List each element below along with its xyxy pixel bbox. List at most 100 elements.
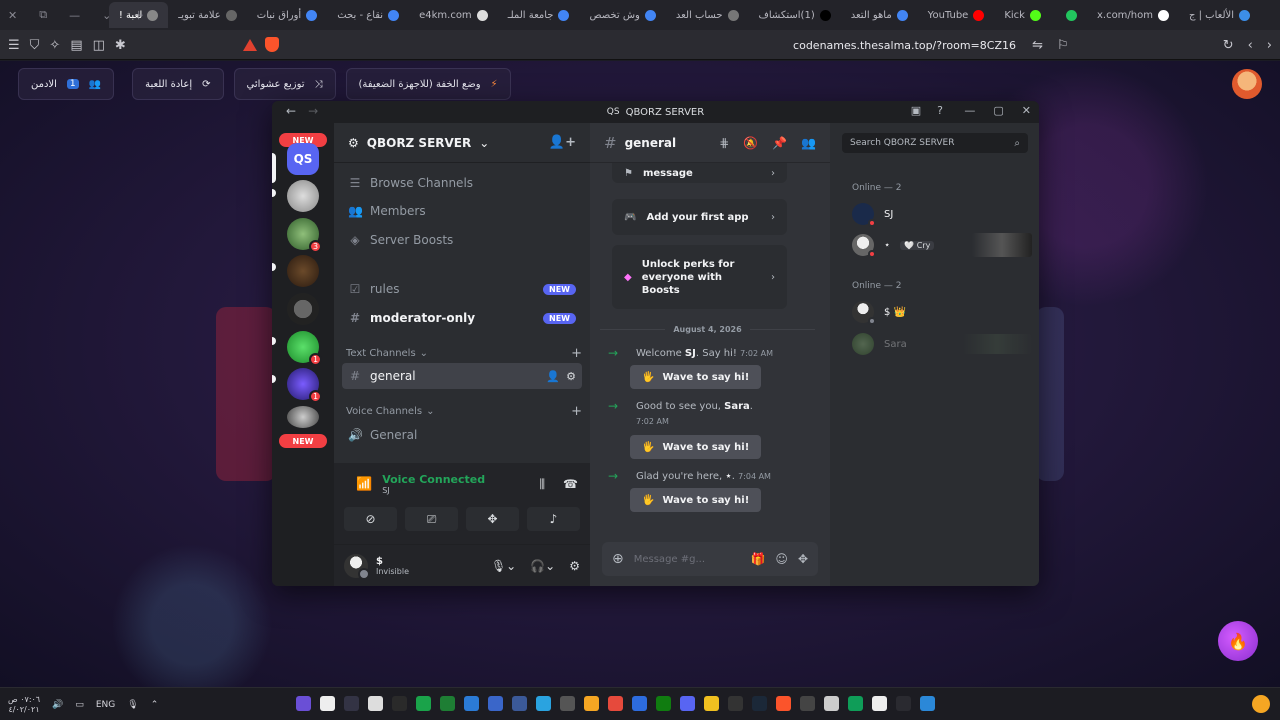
gift-icon[interactable]: 🎁 <box>750 552 765 566</box>
bookmark-icon[interactable]: ⚐ <box>1057 38 1069 53</box>
browser-tab[interactable]: نقاع - بحث <box>327 2 409 28</box>
warning-icon[interactable] <box>243 38 257 51</box>
noise-suppression-icon[interactable]: ⫼ <box>540 477 546 492</box>
shield-icon[interactable]: ⛉ <box>30 38 40 53</box>
member-item[interactable]: $ 👑 <box>852 298 1032 326</box>
channel-rules[interactable]: ☑ rules NEW <box>342 276 582 302</box>
app-icon[interactable] <box>728 696 743 711</box>
app-icon[interactable] <box>368 696 383 711</box>
close-icon[interactable]: ✕ <box>8 9 17 22</box>
restore-icon[interactable]: ⧉ <box>39 8 47 22</box>
fire-button[interactable]: 🔥 <box>1218 621 1258 661</box>
member-list-icon[interactable]: 👥 <box>801 136 816 150</box>
microphone-icon[interactable]: 🎙⌄ <box>491 559 516 573</box>
browser-tab[interactable]: x.com/hom <box>1087 2 1179 28</box>
sidebar-icon[interactable]: ▤ <box>70 38 82 53</box>
member-item[interactable]: Sara <box>852 330 1032 358</box>
server-icon[interactable] <box>287 180 319 212</box>
app-icon[interactable] <box>704 696 719 711</box>
app-icon[interactable] <box>656 696 671 711</box>
browser-tab[interactable]: e4km.com <box>409 2 498 28</box>
browser-tab[interactable]: Kick <box>994 2 1051 28</box>
browser-tab[interactable]: أوراق نبات <box>247 2 327 28</box>
app-icon[interactable] <box>488 696 503 711</box>
member-item[interactable]: ⋆ 🤍 Cry <box>852 231 1032 259</box>
forward-icon[interactable]: › <box>1267 38 1272 53</box>
join-user[interactable]: Sara <box>724 401 750 412</box>
shuffle-button[interactable]: توزيع عشوائي ⤨ <box>233 68 336 100</box>
category-text-channels[interactable]: Text Channels ⌄ + <box>346 344 582 362</box>
minimize-icon[interactable]: — <box>69 9 80 22</box>
settings-gear-icon[interactable]: ⚙ <box>566 370 576 383</box>
app-icon[interactable] <box>824 696 839 711</box>
screen-share-button[interactable]: ⎚ <box>405 507 458 531</box>
add-attachment-icon[interactable]: ⊕ <box>612 551 624 567</box>
lite-mode-button[interactable]: وضع الخفة (للاجهزة الضعيفة) ⚡ <box>345 68 511 100</box>
voice-status[interactable]: 📶 Voice Connected SJ <box>356 473 485 495</box>
wave-button[interactable]: 🖐 Wave to say hi! <box>630 488 762 512</box>
server-icon[interactable] <box>287 406 319 428</box>
server-icon[interactable]: 1 <box>287 368 322 403</box>
share-icon[interactable]: ⇋ <box>1032 38 1043 53</box>
split-icon[interactable]: ◫ <box>93 38 105 53</box>
puzzle-icon[interactable]: ✱ <box>115 38 126 53</box>
app-icon[interactable] <box>416 696 431 711</box>
voice-channel-general[interactable]: 🔊 General <box>342 422 582 448</box>
url-field[interactable]: codenames.thesalma.top/?room=8CZ16 <box>793 30 1016 60</box>
app-icon[interactable] <box>800 696 815 711</box>
app-icon[interactable] <box>296 696 311 711</box>
clock[interactable]: ٠٧:٠٦ ص ٤/٠٢/٠٢١ <box>8 695 40 715</box>
app-icon[interactable] <box>320 696 335 711</box>
app-icon[interactable] <box>440 696 455 711</box>
app-icon[interactable] <box>512 696 527 711</box>
category-voice-channels[interactable]: Voice Channels ⌄ + <box>346 402 582 420</box>
back-arrow-icon[interactable]: ← <box>286 104 296 118</box>
app-icon[interactable] <box>584 696 599 711</box>
onboarding-card-boosts[interactable]: ◆ Unlock perks for everyone with Boosts › <box>612 245 787 309</box>
minimize-icon[interactable]: — <box>964 104 975 117</box>
app-icon[interactable] <box>560 696 575 711</box>
language-indicator[interactable]: ENG <box>96 700 115 710</box>
notification-icon[interactable] <box>1252 695 1270 713</box>
server-boosts-link[interactable]: ◈ Server Boosts <box>342 227 582 253</box>
server-search-input[interactable]: Search QBORZ SERVER ⌕ <box>842 133 1028 153</box>
app-icon[interactable] <box>536 696 551 711</box>
player-avatar[interactable] <box>1232 69 1262 99</box>
admin-button[interactable]: الادمن 1 👥 <box>18 68 115 100</box>
restart-button[interactable]: إعادة اللعبة ⟳ <box>132 68 224 100</box>
reload-icon[interactable]: ↻ <box>1223 38 1234 53</box>
members-link[interactable]: 👥 Members <box>342 198 582 224</box>
browser-tab[interactable]: YouTube <box>918 2 995 28</box>
microphone-icon[interactable]: 🎙 <box>127 700 138 710</box>
message-input[interactable]: Message #g... <box>634 554 741 565</box>
volume-icon[interactable]: 🔊 <box>52 700 63 710</box>
app-icon[interactable] <box>848 696 863 711</box>
camera-off-button[interactable]: ⊘ <box>344 507 397 531</box>
app-icon[interactable] <box>632 696 647 711</box>
app-icon[interactable] <box>680 696 695 711</box>
server-icon[interactable] <box>287 255 319 287</box>
apps-icon[interactable]: ✥ <box>798 552 808 566</box>
app-icon[interactable] <box>608 696 623 711</box>
windows-start-icon[interactable] <box>920 696 935 711</box>
maximize-icon[interactable]: ▢ <box>993 104 1003 117</box>
forward-arrow-icon[interactable]: → <box>308 104 318 118</box>
server-icon[interactable]: 3 <box>287 218 322 253</box>
join-user[interactable]: SJ <box>685 348 696 359</box>
member-item[interactable]: SJ <box>852 200 1032 228</box>
browser-tab[interactable]: الألعاب | ج <box>1179 2 1260 28</box>
app-icon[interactable] <box>464 696 479 711</box>
activities-button[interactable]: ✥ <box>466 507 519 531</box>
app-icon[interactable] <box>344 696 359 711</box>
server-header[interactable]: ⚙ QBORZ SERVER ⌄ 👤+ <box>334 123 590 163</box>
wave-button[interactable]: 🖐 Wave to say hi! <box>630 365 762 389</box>
help-icon[interactable]: ? <box>937 104 943 117</box>
search-icon[interactable] <box>896 696 911 711</box>
soundboard-button[interactable]: ♪ <box>527 507 580 531</box>
app-icon[interactable] <box>872 696 887 711</box>
notification-bell-icon[interactable]: 🔕 <box>743 136 758 150</box>
new-tab-icon[interactable]: ＋ <box>133 7 144 23</box>
browser-tab[interactable]: علامة تبويـ <box>168 2 247 28</box>
emoji-icon[interactable]: ☺ <box>775 552 788 566</box>
settings-gear-icon[interactable]: ⚙ <box>569 559 580 573</box>
